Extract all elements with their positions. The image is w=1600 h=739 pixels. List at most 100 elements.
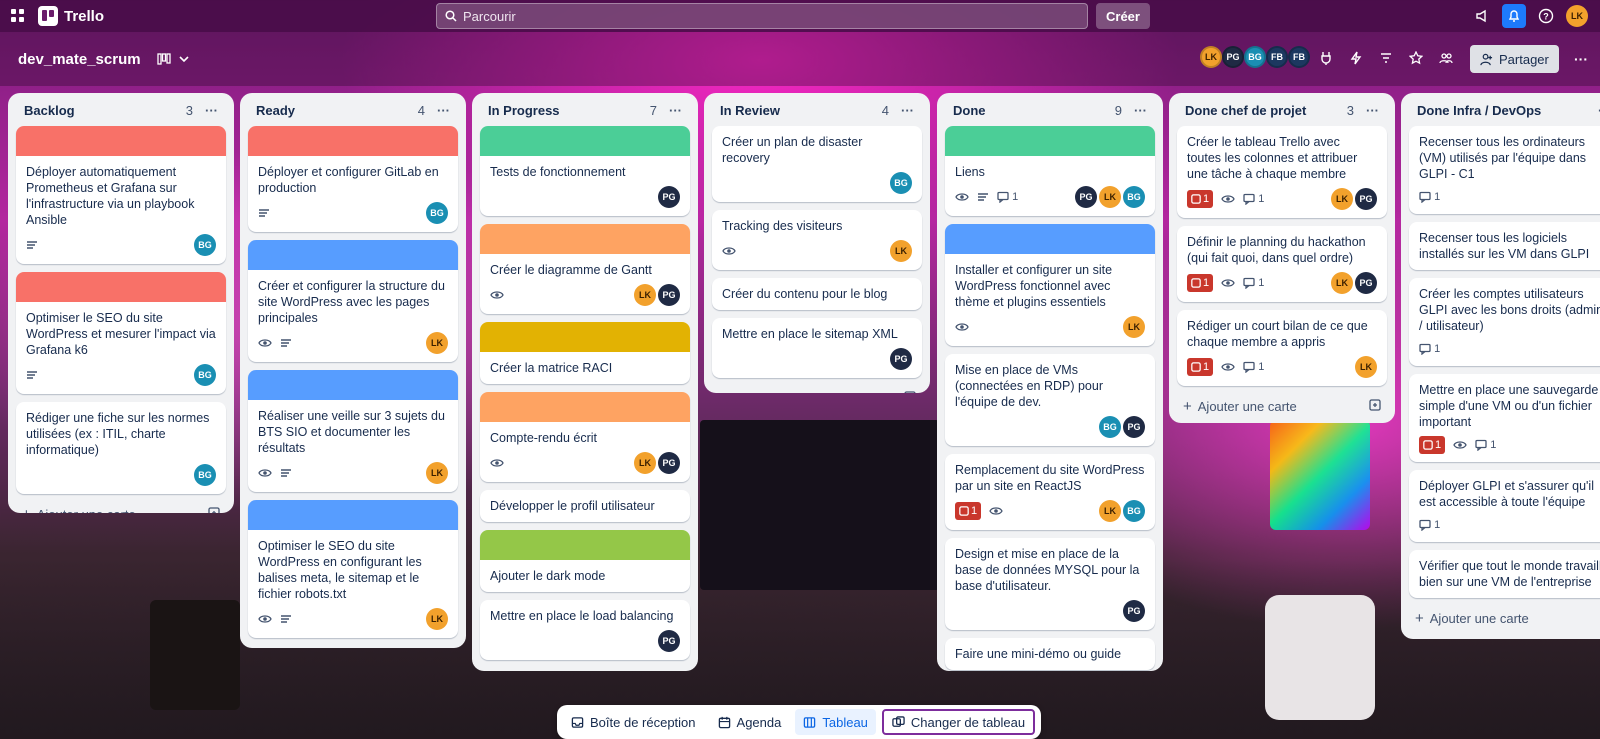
help-icon[interactable]: ? xyxy=(1534,4,1558,28)
card-member-avatar[interactable]: PG xyxy=(1355,272,1377,294)
card[interactable]: Optimiser le SEO du site WordPress en co… xyxy=(248,500,458,638)
card[interactable]: Optimiser le SEO du site WordPress et me… xyxy=(16,272,226,394)
list-header[interactable]: Done chef de projet 3 ··· xyxy=(1177,101,1387,126)
switch-board-tab[interactable]: Changer de tableau xyxy=(881,709,1036,735)
list-menu-more-icon[interactable]: ··· xyxy=(669,103,682,118)
list-title[interactable]: Ready xyxy=(256,103,295,118)
card-member-avatar[interactable]: BG xyxy=(194,464,216,486)
automation-lightning-icon[interactable] xyxy=(1345,47,1367,69)
member-avatar[interactable]: LK xyxy=(1200,46,1222,68)
card-member-avatar[interactable]: PG xyxy=(658,186,680,208)
card[interactable]: Mettre en place le load balancing PG xyxy=(480,600,690,660)
card-member-avatar[interactable]: PG xyxy=(658,284,680,306)
card[interactable]: Mise en place de VMs (connectées en RDP)… xyxy=(945,354,1155,446)
list-backlog[interactable]: Backlog 3 ··· Déployer automatiquement Prom… xyxy=(8,93,234,513)
board-title[interactable]: dev_mate_scrum xyxy=(18,51,141,68)
card[interactable]: Installer et configurer un site WordPres… xyxy=(945,224,1155,346)
list-menu-more-icon[interactable]: ··· xyxy=(1134,103,1147,118)
list-title[interactable]: Done Infra / DevOps xyxy=(1417,103,1541,118)
card[interactable]: Déployer automatiquement Prometheus et G… xyxy=(16,126,226,264)
list-title[interactable]: In Progress xyxy=(488,103,560,118)
list-title[interactable]: Done chef de projet xyxy=(1185,103,1306,118)
card[interactable]: Développer le profil utilisateur xyxy=(480,490,690,522)
card[interactable]: Vérifier que tout le monde travaille bie… xyxy=(1409,550,1600,598)
add-card-button[interactable]: +Ajouter une carte xyxy=(1177,394,1387,419)
card[interactable]: Créer les comptes utilisateurs GLPI avec… xyxy=(1409,278,1600,366)
list-header[interactable]: Done Infra / DevOps··· xyxy=(1409,101,1600,126)
card-member-avatar[interactable]: LK xyxy=(634,452,656,474)
list-done-infra-devops[interactable]: Done Infra / DevOps··· Recenser tous les … xyxy=(1401,93,1600,639)
card[interactable]: Réaliser une veille sur 3 sujets du BTS … xyxy=(248,370,458,492)
card-member-avatar[interactable]: BG xyxy=(1099,416,1121,438)
agenda-tab[interactable]: Agenda xyxy=(710,709,790,735)
card[interactable]: Rédiger un court bilan de ce que chaque … xyxy=(1177,310,1387,386)
list-header[interactable]: In Progress 7 ··· xyxy=(480,101,690,126)
list-in-review[interactable]: In Review 4 ··· Créer un plan de disaster r… xyxy=(704,93,930,393)
power-ups-icon[interactable] xyxy=(1315,47,1337,69)
visibility-members-icon[interactable] xyxy=(1435,47,1457,69)
card[interactable]: Design et mise en place de la base de do… xyxy=(945,538,1155,630)
card[interactable]: Recenser tous les logiciels installés su… xyxy=(1409,222,1600,270)
card-member-avatar[interactable]: LK xyxy=(1331,272,1353,294)
card-member-avatar[interactable]: BG xyxy=(890,172,912,194)
card-member-avatar[interactable]: PG xyxy=(1123,600,1145,622)
search-input[interactable]: Parcourir xyxy=(436,3,1088,29)
filter-icon[interactable] xyxy=(1375,47,1397,69)
list-header[interactable]: Ready 4 ··· xyxy=(248,101,458,126)
list-title[interactable]: Backlog xyxy=(24,103,75,118)
create-button[interactable]: Créer xyxy=(1096,3,1150,29)
card[interactable]: Créer le tableau Trello avec toutes les … xyxy=(1177,126,1387,218)
card-member-avatar[interactable]: PG xyxy=(890,348,912,370)
card[interactable]: Créer la matrice RACI xyxy=(480,322,690,384)
list-in-progress[interactable]: In Progress 7 ··· Tests de fonctionnement PG… xyxy=(472,93,698,671)
card-member-avatar[interactable]: LK xyxy=(1099,500,1121,522)
card[interactable]: Tests de fonctionnement PG xyxy=(480,126,690,216)
member-avatar[interactable]: FB xyxy=(1266,46,1288,68)
card-member-avatar[interactable]: PG xyxy=(658,630,680,652)
list-title[interactable]: In Review xyxy=(720,103,780,118)
card[interactable]: Créer un plan de disaster recovery BG xyxy=(712,126,922,202)
list-ready[interactable]: Ready 4 ··· Déployer et configurer GitLab e… xyxy=(240,93,466,648)
card-member-avatar[interactable]: LK xyxy=(426,462,448,484)
card-member-avatar[interactable]: PG xyxy=(1123,416,1145,438)
card[interactable]: Rédiger une fiche sur les normes utilisé… xyxy=(16,402,226,494)
member-avatar[interactable]: FB xyxy=(1288,46,1310,68)
create-from-template-icon[interactable] xyxy=(1369,399,1381,414)
card[interactable]: Remplacement du site WordPress par un si… xyxy=(945,454,1155,530)
create-from-template-icon[interactable] xyxy=(208,507,220,513)
add-card-button[interactable]: +Ajouter une carte xyxy=(1409,606,1600,631)
user-avatar[interactable]: LK xyxy=(1566,5,1588,27)
card[interactable]: Faire une mini-démo ou guide xyxy=(945,638,1155,670)
list-menu-more-icon[interactable]: ··· xyxy=(205,103,218,118)
card-member-avatar[interactable]: BG xyxy=(1123,186,1145,208)
card-member-avatar[interactable]: LK xyxy=(426,608,448,630)
board-members[interactable]: LK PG BG FB FB xyxy=(1200,46,1310,68)
board-view-switcher[interactable] xyxy=(156,52,189,66)
list-header[interactable]: Backlog 3 ··· xyxy=(16,101,226,126)
list-menu-more-icon[interactable]: ··· xyxy=(1366,103,1379,118)
list-done-chef-de-projet[interactable]: Done chef de projet 3 ··· Créer le tableau … xyxy=(1169,93,1395,423)
list-done[interactable]: Done 9 ··· Liens 1 PG LK BG Installer et config… xyxy=(937,93,1163,671)
card-member-avatar[interactable]: LK xyxy=(890,240,912,262)
card[interactable]: Déployer et configurer GitLab en product… xyxy=(248,126,458,232)
member-avatar[interactable]: PG xyxy=(1222,46,1244,68)
create-from-template-icon[interactable] xyxy=(904,391,916,393)
board-tab[interactable]: Tableau xyxy=(795,709,876,735)
list-header[interactable]: Done 9 ··· xyxy=(945,101,1155,126)
add-card-button[interactable]: +Ajouter une carte xyxy=(712,386,922,393)
trello-logo[interactable]: Trello xyxy=(38,6,104,26)
card[interactable]: Liens 1 PG LK BG xyxy=(945,126,1155,216)
card-member-avatar[interactable]: LK xyxy=(426,332,448,354)
list-menu-more-icon[interactable]: ··· xyxy=(437,103,450,118)
card-member-avatar[interactable]: LK xyxy=(1331,188,1353,210)
notifications-bell-icon[interactable] xyxy=(1502,4,1526,28)
list-title[interactable]: Done xyxy=(953,103,986,118)
add-card-button[interactable]: +Ajouter une carte xyxy=(248,646,458,648)
card-member-avatar[interactable]: BG xyxy=(426,202,448,224)
inbox-tab[interactable]: Boîte de réception xyxy=(563,709,704,735)
card-member-avatar[interactable]: BG xyxy=(1123,500,1145,522)
card[interactable]: Créer du contenu pour le blog xyxy=(712,278,922,310)
list-header[interactable]: In Review 4 ··· xyxy=(712,101,922,126)
card[interactable]: Mettre en place le sitemap XML PG xyxy=(712,318,922,378)
share-button[interactable]: Partager xyxy=(1470,45,1559,73)
